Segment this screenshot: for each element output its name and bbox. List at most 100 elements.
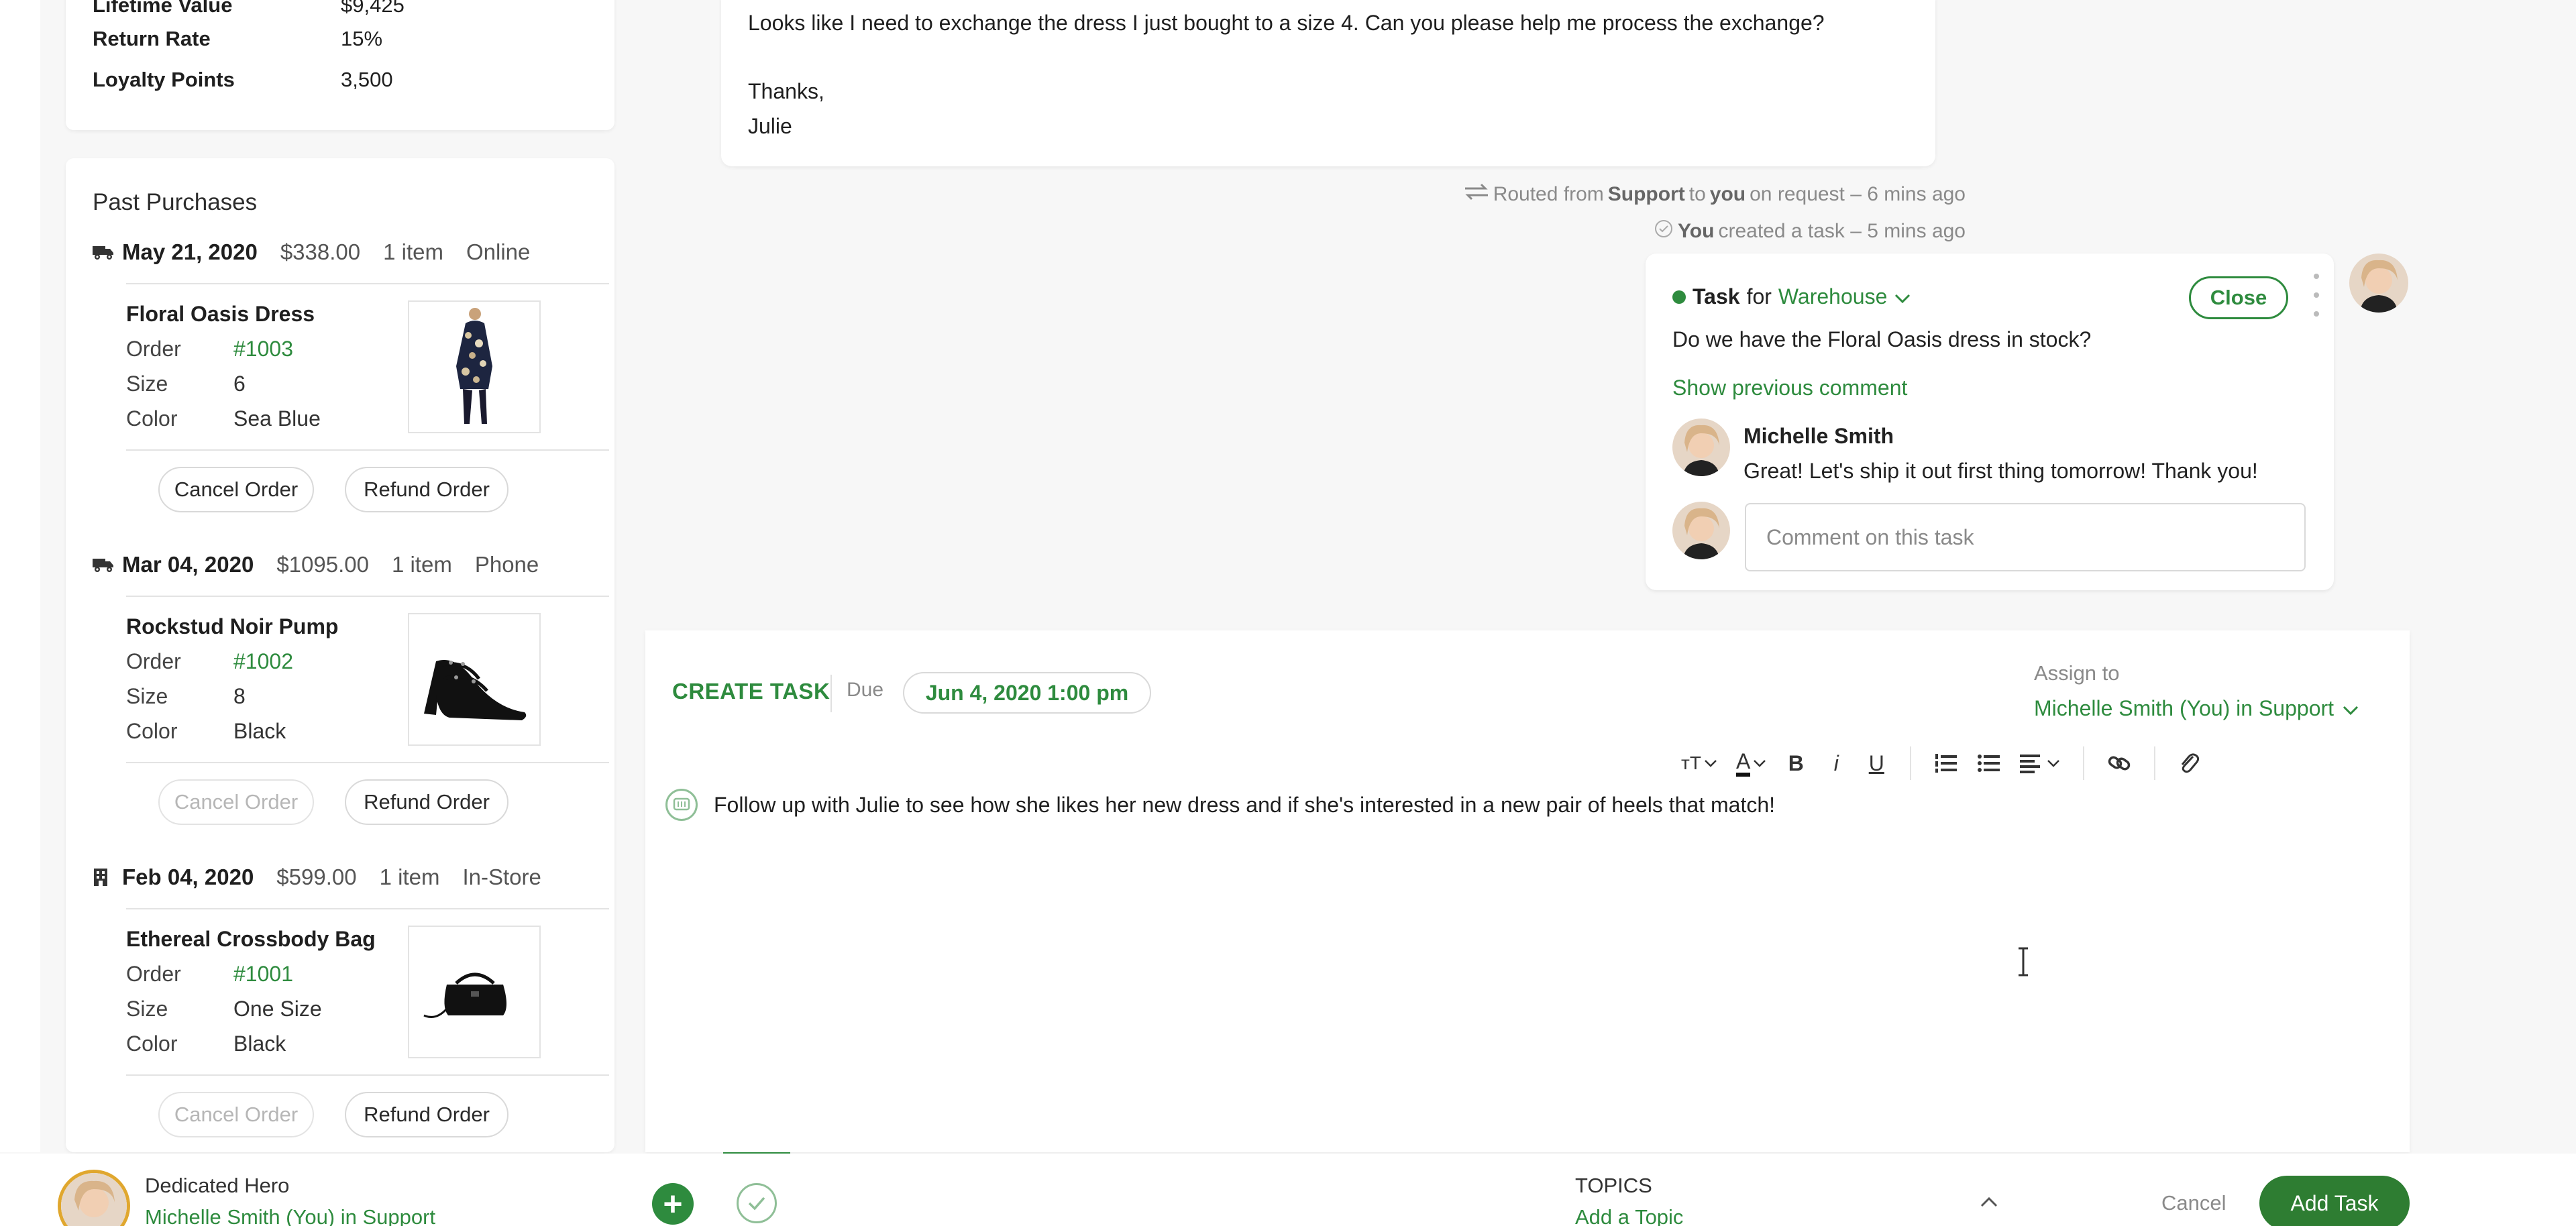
assign-to-dropdown[interactable]: Michelle Smith (You) in Support — [2034, 696, 2359, 721]
routing-icon — [1464, 182, 1489, 207]
purchase-date: May 21, 2020 — [122, 239, 258, 264]
lifetime-value: $9,425 — [341, 0, 405, 17]
message-signature: Julie — [748, 114, 792, 138]
message-text: Looks like I need to exchange the dress … — [748, 11, 1825, 35]
link-icon[interactable] — [2098, 743, 2141, 783]
divider — [126, 283, 609, 284]
due-date-picker[interactable]: Jun 4, 2020 1:00 pm — [903, 672, 1151, 714]
divider — [126, 762, 609, 763]
refund-order-button[interactable]: Refund Order — [345, 1092, 508, 1137]
loyalty-points-value: 3,500 — [341, 68, 393, 91]
purchase-channel: In-Store — [462, 865, 541, 889]
size-label: Size — [126, 684, 168, 708]
task-created-activity: You created a task – 5 mins ago — [1654, 219, 1966, 244]
cancel-button[interactable]: Cancel — [2161, 1191, 2226, 1215]
agent-assignment-dropdown[interactable]: Michelle Smith (You) in Support — [145, 1205, 435, 1226]
color-value: Black — [233, 1032, 286, 1056]
return-rate-value: 15% — [341, 27, 383, 50]
purchase-amount: $1095.00 — [276, 552, 369, 577]
cancel-order-button[interactable]: Cancel Order — [158, 1092, 314, 1137]
product-image-dress[interactable] — [408, 300, 541, 433]
status-dot-icon — [1672, 290, 1686, 304]
purchase-item-count: 1 item — [391, 552, 452, 577]
past-purchases-card: Past Purchases May 21, 2020 $338.00 1 it… — [66, 158, 614, 1152]
order-link[interactable]: #1003 — [233, 337, 293, 361]
past-purchases-title: Past Purchases — [93, 189, 258, 215]
product-image-bag[interactable] — [408, 926, 541, 1058]
more-options-icon[interactable] — [2310, 274, 2323, 317]
purchase-item-count: 1 item — [379, 865, 440, 889]
color-value: Black — [233, 719, 286, 743]
task-team-dropdown[interactable]: Warehouse — [1778, 284, 1887, 309]
underline-button[interactable]: U — [1856, 743, 1896, 783]
lifetime-value-label: Lifetime Value — [93, 0, 233, 17]
product-name: Floral Oasis Dress — [126, 302, 315, 326]
assignee-name: Michelle Smith (You) in Support — [2034, 696, 2334, 720]
created-suffix: created a task – 5 mins ago — [1718, 220, 1966, 242]
routed-suffix: on request – 6 mins ago — [1750, 183, 1966, 205]
task-header: Task for Warehouse — [1672, 284, 1911, 309]
size-value: 8 — [233, 684, 246, 708]
text-size-button[interactable]: тT — [1672, 743, 1727, 783]
customer-stats-card: Lifetime Value $9,425 Return Rate 15% Lo… — [66, 0, 614, 130]
bold-button[interactable]: B — [1776, 743, 1816, 783]
order-link[interactable]: #1002 — [233, 649, 293, 674]
font-color-button[interactable]: A — [1727, 743, 1776, 783]
comment-input[interactable]: Comment on this task — [1745, 503, 2306, 571]
task-text-row[interactable]: Follow up with Julie to see how she like… — [665, 789, 1775, 821]
product-image-pump[interactable] — [408, 613, 541, 746]
color-value: Sea Blue — [233, 406, 321, 431]
align-icon[interactable] — [2010, 743, 2070, 783]
purchase-header: Mar 04, 2020 $1095.00 1 item Phone — [93, 551, 539, 578]
chevron-down-icon[interactable] — [1894, 284, 1911, 309]
attachment-icon[interactable] — [2169, 743, 2209, 783]
customer-message-card: Looks like I need to exchange the dress … — [721, 0, 1935, 166]
order-label: Order — [126, 649, 181, 673]
divider — [126, 449, 609, 451]
task-label: Task — [1693, 284, 1740, 309]
order-link[interactable]: #1001 — [233, 962, 293, 987]
divider — [2083, 746, 2085, 780]
task-description-text[interactable]: Follow up with Julie to see how she like… — [714, 793, 1775, 818]
task-question: Do we have the Floral Oasis dress in sto… — [1672, 327, 2092, 351]
divider — [2154, 746, 2156, 780]
purchase-header: Feb 04, 2020 $599.00 1 item In-Store — [93, 864, 541, 891]
chevron-down-icon — [2342, 696, 2359, 721]
refund-order-button[interactable]: Refund Order — [345, 467, 508, 512]
size-value: 6 — [233, 372, 246, 396]
text-size-glyph: тT — [1681, 753, 1701, 773]
message-signoff: Thanks, — [748, 79, 824, 103]
cancel-order-button[interactable]: Cancel Order — [158, 467, 314, 512]
bullet-list-icon[interactable] — [1968, 743, 2010, 783]
product-name: Rockstud Noir Pump — [126, 614, 339, 638]
refund-order-button[interactable]: Refund Order — [345, 779, 508, 825]
size-value: One Size — [233, 997, 322, 1021]
avatar — [2349, 254, 2408, 313]
assign-to-label: Assign to — [2034, 661, 2120, 685]
truck-icon — [93, 555, 115, 575]
purchase-channel: Phone — [474, 552, 539, 577]
commenter-name: Michelle Smith — [1743, 424, 1894, 448]
return-rate-label: Return Rate — [93, 27, 211, 50]
comment-text: Great! Let's ship it out first thing tom… — [1743, 459, 2258, 483]
created-actor: You — [1678, 220, 1715, 242]
routed-to: you — [1709, 183, 1746, 205]
add-task-button[interactable]: Add Task — [2259, 1176, 2410, 1226]
show-previous-comment-link[interactable]: Show previous comment — [1672, 376, 1907, 400]
italic-button[interactable]: i — [1816, 743, 1856, 783]
purchase-channel: Online — [466, 239, 531, 264]
purchase-date: Mar 04, 2020 — [122, 552, 254, 577]
close-task-button[interactable]: Close — [2189, 276, 2288, 319]
purchase-amount: $338.00 — [280, 239, 361, 264]
purchase-date: Feb 04, 2020 — [122, 865, 254, 889]
agent-name: Dedicated Hero — [145, 1174, 290, 1197]
numbered-list-icon[interactable] — [1925, 743, 1968, 783]
cancel-order-button[interactable]: Cancel Order — [158, 779, 314, 825]
topics-label: TOPICS — [1575, 1174, 1652, 1197]
divider — [126, 1074, 609, 1076]
add-icon[interactable]: + — [652, 1183, 694, 1225]
add-topic-link[interactable]: Add a Topic — [1575, 1205, 1683, 1226]
color-label: Color — [126, 406, 178, 431]
chevron-up-icon[interactable] — [1979, 1195, 1999, 1209]
check-icon[interactable] — [737, 1183, 777, 1223]
